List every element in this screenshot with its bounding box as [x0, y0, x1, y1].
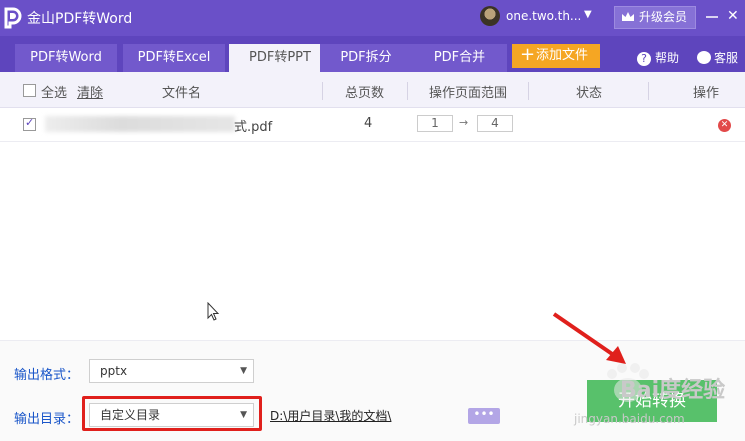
- browse-button[interactable]: •••: [468, 408, 500, 424]
- title-bar: 金山PDF转Word one.two.th... ▼ 升级会员 ✕: [0, 0, 745, 36]
- tab-pdf-to-ppt[interactable]: PDF转PPT: [229, 44, 331, 72]
- range-from-input[interactable]: 1: [417, 115, 453, 132]
- header-filename: 文件名: [162, 86, 202, 101]
- avatar[interactable]: [480, 6, 500, 26]
- column-divider: [648, 82, 649, 100]
- add-file-label: 添加文件: [536, 48, 589, 63]
- column-divider: [322, 82, 323, 100]
- service-button[interactable]: 客服: [697, 49, 738, 66]
- chevron-down-icon[interactable]: ▼: [584, 9, 592, 20]
- tab-pdf-to-excel[interactable]: PDF转Excel: [123, 44, 225, 72]
- range-to-input[interactable]: 4: [477, 115, 513, 132]
- row-pages: 4: [364, 116, 373, 131]
- header-status: 状态: [576, 86, 603, 101]
- column-divider: [528, 82, 529, 100]
- username[interactable]: one.two.th...: [506, 9, 581, 23]
- output-format-label: 输出格式：: [14, 368, 80, 383]
- annotation-highlight-box: [82, 396, 262, 431]
- add-file-button[interactable]: + 添加文件: [512, 44, 600, 68]
- upgrade-button[interactable]: 升级会员: [614, 6, 696, 29]
- output-format-select[interactable]: pptx ▼: [89, 359, 254, 383]
- output-format-value: pptx: [100, 364, 128, 378]
- plus-icon: +: [520, 44, 536, 65]
- tab-pdf-split[interactable]: PDF拆分: [320, 44, 412, 72]
- select-all-label[interactable]: 全选: [41, 82, 67, 101]
- service-label: 客服: [714, 51, 739, 65]
- annotation-arrow-icon: [552, 312, 626, 364]
- select-all-checkbox[interactable]: [23, 84, 36, 97]
- arrow-right-icon: →: [459, 116, 469, 129]
- row-filename: 式.pdf: [234, 120, 273, 135]
- app-logo-icon: [4, 7, 22, 29]
- app-title: 金山PDF转Word: [27, 11, 133, 27]
- file-table-header: 全选 清除 文件名 总页数 操作页面范围 状态 操作: [0, 72, 745, 108]
- close-icon[interactable]: ✕: [727, 7, 743, 25]
- blurred-filename: [45, 116, 235, 132]
- header-range: 操作页面范围: [429, 86, 508, 101]
- upgrade-label: 升级会员: [639, 10, 688, 24]
- tab-pdf-to-word[interactable]: PDF转Word: [15, 44, 117, 72]
- help-label: 帮助: [655, 51, 680, 65]
- column-divider: [407, 82, 408, 100]
- chevron-down-icon: ▼: [240, 366, 247, 376]
- help-icon: ?: [637, 52, 651, 66]
- row-checkbox[interactable]: [23, 116, 36, 131]
- minimize-icon[interactable]: [705, 8, 719, 24]
- tab-pdf-merge[interactable]: PDF合并: [412, 44, 507, 72]
- mouse-cursor-icon: [207, 302, 220, 321]
- crown-icon: [622, 12, 634, 21]
- watermark-url: jingyan.baidu.com: [574, 412, 685, 426]
- help-button[interactable]: ? 帮助: [637, 49, 679, 66]
- chat-icon: [697, 51, 711, 64]
- clear-button[interactable]: 清除: [77, 82, 103, 101]
- watermark-brand: Bai度经验: [620, 378, 726, 403]
- header-pages: 总页数: [345, 86, 385, 101]
- output-dir-label: 输出目录：: [14, 412, 80, 427]
- header-action: 操作: [693, 86, 720, 101]
- tab-bar: PDF转Word PDF转Excel PDF转PPT PDF拆分 PDF合并 +…: [0, 36, 745, 72]
- delete-icon[interactable]: ✕: [718, 119, 731, 132]
- table-row[interactable]: 式.pdf 4 1 → 4 ✕: [0, 108, 745, 142]
- output-path-link[interactable]: D:\用户目录\我的文档\: [270, 407, 391, 424]
